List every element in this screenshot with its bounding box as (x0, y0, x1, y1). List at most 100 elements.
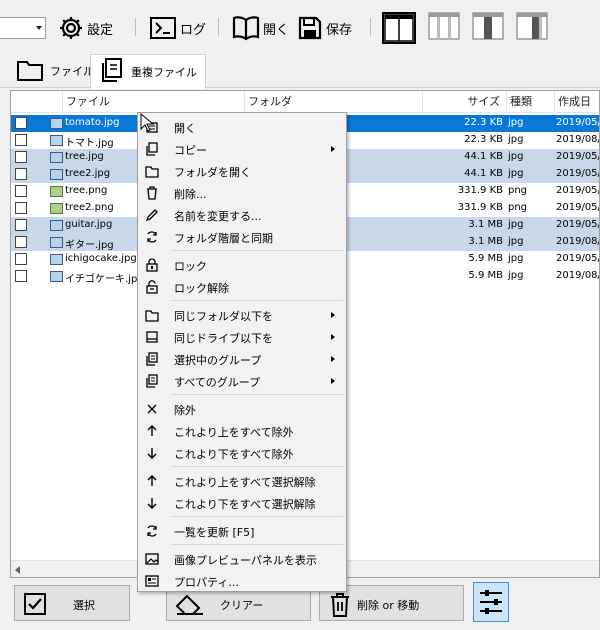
row-checkbox[interactable] (15, 168, 27, 180)
file-name: ギター.jpg (65, 240, 114, 251)
filter-settings-button[interactable] (473, 582, 509, 622)
menu-item-label: ロック (174, 260, 207, 273)
row-checkbox[interactable] (15, 219, 27, 231)
menu-item-deselect-above[interactable]: これより上をすべて選択解除 (140, 470, 345, 492)
image-file-icon (50, 169, 63, 180)
file-date: 2019/05/ (556, 219, 600, 230)
layout-preview-right-button[interactable] (516, 12, 550, 44)
layout-preview-icon (472, 12, 504, 40)
file-name: トマト.jpg (65, 138, 114, 149)
menu-item-deselect-below[interactable]: これより下をすべて選択解除 (140, 492, 345, 514)
submenu-arrow-icon (331, 356, 335, 362)
menu-separator (171, 250, 343, 251)
menu-item-preview[interactable]: 画像プレビューパネルを表示 (140, 548, 345, 570)
drive-icon (146, 331, 158, 343)
menu-item-lock[interactable]: ロック (140, 254, 345, 276)
layout-split-button[interactable] (428, 12, 462, 44)
menu-item-refresh[interactable]: 一覧を更新 [F5] (140, 520, 345, 542)
file-date: 2019/05/ (556, 151, 600, 162)
arrow-down-icon (147, 448, 157, 459)
delete-move-label: 削除 or 移動 (357, 599, 420, 612)
file-size: 44.1 KB (464, 168, 503, 179)
menu-item-delete[interactable]: 削除... (140, 182, 345, 204)
log-button[interactable]: ログ (149, 12, 206, 44)
menu-item-label: 同じフォルダ以下を (174, 310, 273, 323)
view-combo[interactable] (0, 17, 46, 39)
row-checkbox[interactable] (15, 270, 27, 282)
column-header-folder[interactable]: フォルダ (245, 91, 423, 113)
file-type: png (508, 202, 528, 213)
tab-duplicates-label: 重複ファイル (131, 65, 197, 79)
group-icon (146, 352, 158, 366)
layout-single-button[interactable] (382, 12, 416, 44)
column-header-file[interactable]: ファイル (63, 91, 245, 113)
image-file-icon (50, 237, 63, 248)
column-header-type[interactable]: 種類 (507, 91, 555, 113)
image-file-icon (50, 152, 63, 163)
file-name: tree2.png (65, 202, 114, 213)
settings-button[interactable]: 設定 (58, 12, 113, 44)
menu-item-exclude[interactable]: 除外 (140, 398, 345, 420)
submenu-arrow-icon (331, 146, 335, 152)
row-checkbox[interactable] (15, 151, 27, 163)
group-icon (146, 374, 158, 388)
menu-separator (171, 544, 343, 545)
pencil-icon (145, 209, 158, 222)
menu-item-same-folder[interactable]: 同じフォルダ以下を (140, 304, 345, 326)
column-checkbox-header[interactable] (11, 91, 63, 113)
menu-item-open-folder[interactable]: フォルダを開く (140, 160, 345, 182)
menu-item-exclude-below[interactable]: これより下をすべて除外 (140, 442, 345, 464)
image-file-icon (50, 186, 63, 197)
file-name: ichigocake.jpg (65, 253, 137, 264)
chevron-down-icon (36, 26, 42, 30)
image-file-icon (50, 203, 63, 214)
menu-item-label: これより下をすべて除外 (174, 448, 294, 461)
menu-item-label: 名前を変更する... (174, 210, 262, 223)
clear-label: クリアー (220, 599, 264, 612)
menu-item-exclude-above[interactable]: これより上をすべて除外 (140, 420, 345, 442)
column-header-date[interactable]: 作成日 (555, 91, 599, 113)
menu-item-unlock[interactable]: ロック解除 (140, 276, 345, 298)
eraser-icon (175, 592, 205, 619)
tab-duplicates[interactable]: 重複ファイル (90, 54, 206, 89)
save-button[interactable]: 保存 (297, 12, 352, 44)
row-checkbox[interactable] (15, 236, 27, 248)
column-header-size[interactable]: サイズ (423, 91, 507, 113)
menu-item-same-drive[interactable]: 同じドライブ以下を (140, 326, 345, 348)
lock-icon (146, 258, 158, 272)
image-file-icon (50, 118, 63, 129)
menu-item-label: これより下をすべて選択解除 (174, 498, 316, 511)
row-checkbox[interactable] (15, 117, 27, 129)
file-size: 5.9 MB (468, 253, 503, 264)
toolbar-divider (370, 18, 371, 36)
refresh-icon (147, 525, 157, 537)
file-type: jpg (508, 168, 524, 179)
tab-files-label: ファイル (50, 65, 94, 78)
menu-item-rename[interactable]: 名前を変更する... (140, 204, 345, 226)
mouse-cursor-icon (140, 113, 155, 132)
file-type: jpg (508, 151, 524, 162)
file-type: jpg (508, 236, 524, 247)
layout-split-icon (428, 12, 460, 40)
row-checkbox[interactable] (15, 253, 27, 265)
menu-item-label: プロパティ... (174, 576, 239, 589)
menu-item-label: 同じドライブ以下を (174, 332, 273, 345)
menu-item-properties[interactable]: プロパティ... (140, 570, 345, 592)
log-label: ログ (180, 22, 207, 38)
menu-item-copy[interactable]: コピー (140, 138, 345, 160)
menu-item-sync[interactable]: フォルダ階層と同期 (140, 226, 345, 248)
scroll-left-arrow-icon[interactable] (15, 566, 20, 574)
select-button[interactable]: 選択 (14, 585, 130, 621)
sync-icon (147, 231, 157, 243)
open-button[interactable]: 開く (232, 12, 289, 44)
layout-preview-left-button[interactable] (472, 12, 506, 44)
file-size: 3.1 MB (468, 236, 503, 247)
menu-item-selected-group[interactable]: 選択中のグループ (140, 348, 345, 370)
tab-files[interactable]: ファイル (8, 54, 102, 88)
row-checkbox[interactable] (15, 134, 27, 146)
row-checkbox[interactable] (15, 202, 27, 214)
row-checkbox[interactable] (15, 185, 27, 197)
menu-item-all-groups[interactable]: すべてのグループ (140, 370, 345, 392)
file-type: jpg (508, 134, 524, 145)
menu-item-open[interactable]: 開く (140, 116, 345, 138)
